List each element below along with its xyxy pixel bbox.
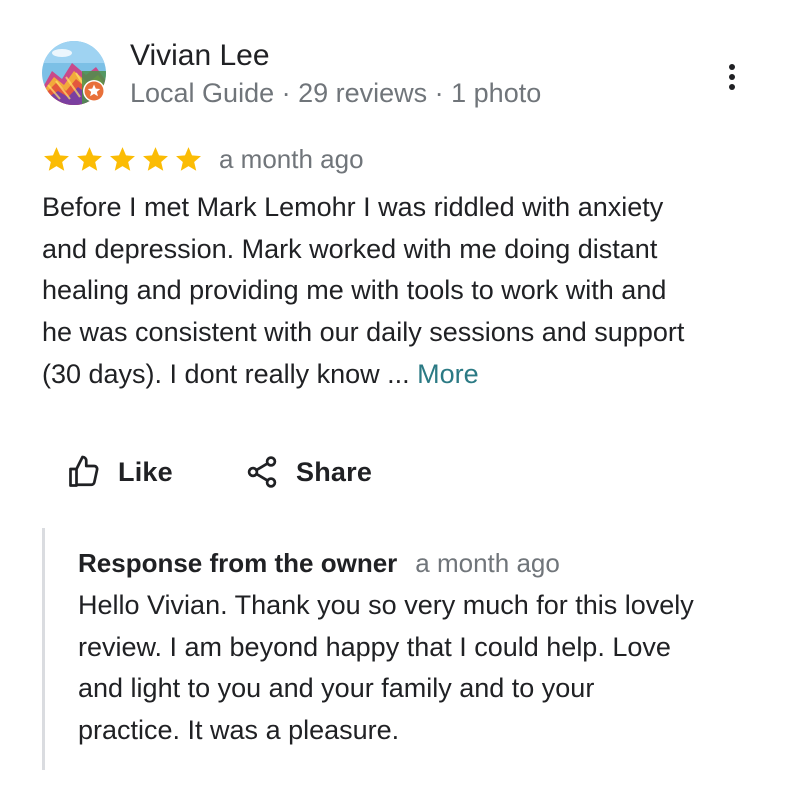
share-button[interactable]: Share (244, 452, 372, 492)
star-rating (42, 145, 203, 174)
like-label: Like (118, 457, 173, 487)
reviewer-avatar[interactable] (42, 41, 106, 105)
like-button[interactable]: Like (66, 452, 173, 492)
review-date: a month ago (219, 144, 364, 174)
rating-row: a month ago (42, 142, 364, 176)
share-icon (247, 456, 277, 488)
review-line: Before I met Mark Lemohr I was riddled w… (42, 192, 664, 222)
response-date: a month ago (415, 548, 560, 578)
star-icon (44, 146, 69, 171)
review-line: he was consistent with our daily session… (42, 317, 685, 348)
response-title: Response from the owner (78, 548, 398, 578)
thumbs-up-icon (69, 455, 99, 487)
response-line: practice. It was a pleasure. (78, 714, 400, 745)
star-icon (77, 146, 102, 171)
reviewer-meta[interactable]: Local Guide · 29 reviews · 1 photo (130, 76, 541, 110)
local-guide-badge-icon (83, 80, 105, 102)
review-line: and depression. Mark worked with me doin… (42, 233, 658, 264)
review-line: healing and providing me with tools to w… (42, 275, 667, 306)
reviewer-name[interactable]: Vivian Lee (130, 38, 270, 74)
star-icon (110, 146, 135, 171)
owner-response: Response from the owner a month ago Hell… (42, 528, 765, 770)
star-icon (143, 146, 168, 171)
three-dot-vertical-icon (729, 64, 735, 90)
review-text: Before I met Mark Lemohr I was riddled w… (42, 187, 762, 396)
response-line: Hello Vivian. Thank you so very much for… (78, 590, 694, 620)
star-icon (176, 146, 201, 171)
share-label: Share (296, 457, 373, 487)
more-link[interactable]: More (417, 359, 479, 389)
response-line: review. I am beyond happy that I could h… (78, 631, 671, 662)
review-line: (30 days). I dont really know ... (42, 358, 418, 389)
response-text: Hello Vivian. Thank you so very much for… (78, 585, 758, 751)
more-options-button[interactable] (718, 60, 746, 94)
response-line: and light to you and your family and to … (78, 673, 595, 703)
response-header: Response from the owner a month ago (78, 546, 560, 580)
review-line-last: (30 days). I dont really know ... More (42, 354, 762, 396)
